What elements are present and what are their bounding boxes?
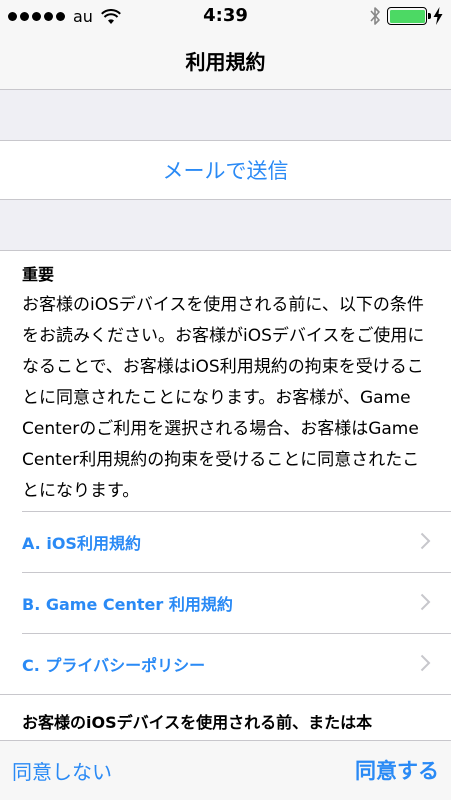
bottom-toolbar: 同意しない 同意する [0,740,451,800]
battery-fill [389,9,425,23]
terms-body: 重要 お客様のiOSデバイスを使用される前に、以下の条件をお読みください。お客様… [0,251,451,507]
agree-button[interactable]: 同意する [355,755,439,785]
section-spacer [0,90,451,140]
link-label: C. プライバシーポリシー [22,655,206,675]
link-label: A. iOS利用規約 [22,533,141,553]
terms-heading: 重要 [22,265,55,284]
disagree-button[interactable]: 同意しない [12,756,112,785]
mail-cell[interactable]: メールで送信 [0,140,451,200]
link-label: B. Game Center 利用規約 [22,594,233,614]
battery-tip [428,13,431,19]
battery-icon [387,7,431,25]
terms-link-list: A. iOS利用規約 B. Game Center 利用規約 C. プライバシー… [0,511,451,694]
charging-bolt-icon [433,7,443,25]
link-ios-terms[interactable]: A. iOS利用規約 [0,511,451,572]
status-right [369,6,443,26]
terms-section[interactable]: 重要 お客様のiOSデバイスを使用される前に、以下の条件をお読みください。お客様… [0,250,451,740]
screen: au 4:39 利用規約 メールで送信 重要 お客様のiOSデバイスを使用される… [0,0,451,800]
page-title: 利用規約 [185,50,266,74]
navigation-bar: 利用規約 [0,32,451,90]
send-by-mail-button[interactable]: メールで送信 [163,155,289,185]
status-bar: au 4:39 [0,0,451,32]
chevron-right-icon [420,593,431,611]
link-game-center-terms[interactable]: B. Game Center 利用規約 [0,572,451,633]
section-spacer [0,200,451,250]
terms-text: お客様のiOSデバイスを使用される前に、以下の条件をお読みください。お客様がiO… [22,295,425,501]
chevron-right-icon [420,654,431,672]
link-privacy-policy[interactable]: C. プライバシーポリシー [0,633,451,694]
terms-continued-text: お客様のiOSデバイスを使用される前、または本 [0,694,451,737]
chevron-right-icon [420,532,431,550]
bluetooth-icon [370,7,380,25]
